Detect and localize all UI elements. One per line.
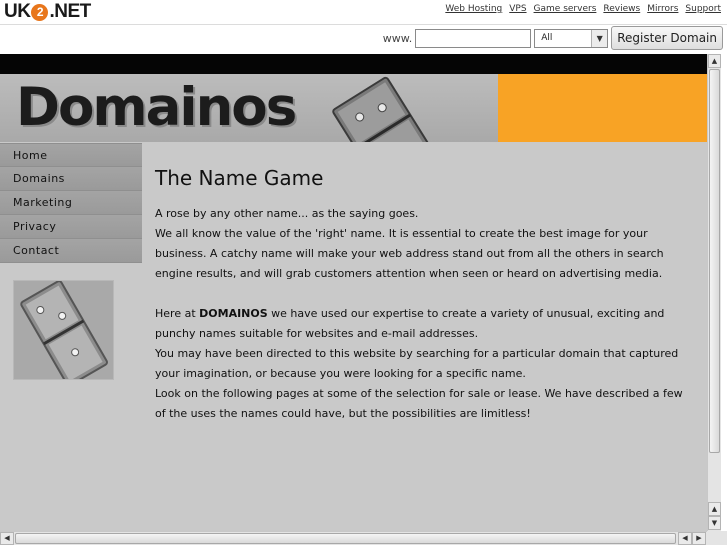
nav-item-privacy[interactable]: Privacy <box>0 215 142 239</box>
header-banner: Domainos <box>0 74 498 142</box>
link-web-hosting[interactable]: Web Hosting <box>445 4 502 14</box>
link-game-servers[interactable]: Game servers <box>534 4 597 14</box>
www-label: www. <box>382 31 413 45</box>
link-reviews[interactable]: Reviews <box>603 4 640 14</box>
header-accent-block <box>498 74 707 142</box>
site-logo: Domainos <box>16 77 297 138</box>
tld-select-value: All <box>541 32 553 43</box>
top-links: Web Hosting VPS Game servers Reviews Mir… <box>445 4 721 14</box>
link-mirrors[interactable]: Mirrors <box>647 4 678 14</box>
tld-select[interactable]: All ▼ <box>534 28 609 48</box>
scroll-left-icon-right[interactable]: ◀ <box>678 532 692 545</box>
text-here-at: Here at <box>155 307 200 320</box>
page-title: The Name Game <box>155 166 324 190</box>
domain-input[interactable] <box>415 28 532 48</box>
paragraph-domainos: Here at DOMAINOS we have used our expert… <box>155 304 695 344</box>
logo-text-uk: UK <box>4 1 31 22</box>
scrollbar-corner <box>707 531 727 545</box>
nav-item-contact[interactable]: Contact <box>0 239 142 263</box>
link-vps[interactable]: VPS <box>509 4 526 14</box>
vertical-scrollbar[interactable]: ▲ ▲ ▼ <box>707 54 721 531</box>
domino-icon <box>20 281 108 379</box>
site-nav: Home Domains Marketing Privacy Contact <box>0 143 142 263</box>
horizontal-scroll-thumb[interactable] <box>15 533 676 544</box>
scroll-up-icon[interactable]: ▲ <box>708 54 721 68</box>
link-support[interactable]: Support <box>685 4 721 14</box>
scroll-down-icon[interactable]: ▼ <box>708 516 721 530</box>
site-header: Domainos <box>0 74 707 142</box>
horizontal-scrollbar[interactable]: ◀ ◀ ▶ <box>0 531 707 545</box>
site-frame: Domainos Home Domains Marketing Privacy … <box>0 54 707 531</box>
logo-text-net: .NET <box>49 1 91 22</box>
chevron-down-icon: ▼ <box>591 29 608 47</box>
domain-search-form: www. All ▼ Register Domain <box>383 26 723 50</box>
domino-graphic-icon <box>332 76 436 142</box>
nav-item-home[interactable]: Home <box>0 143 142 167</box>
top-divider <box>0 24 727 25</box>
paragraph-intro: A rose by any other name... as the sayin… <box>155 207 419 220</box>
nav-item-domains[interactable]: Domains <box>0 167 142 191</box>
domino-side-image <box>13 280 114 380</box>
paragraph-value: We all know the value of the 'right' nam… <box>155 227 664 280</box>
paragraph-selection: Look on the following pages at some of t… <box>155 387 683 420</box>
scroll-left-icon[interactable]: ◀ <box>0 532 14 545</box>
nav-item-marketing[interactable]: Marketing <box>0 191 142 215</box>
text-domainos-bold: DOMAINOS <box>199 307 268 320</box>
scroll-up-icon-lower[interactable]: ▲ <box>708 502 721 516</box>
logo-text-2: 2 <box>31 3 49 21</box>
vertical-scroll-thumb[interactable] <box>709 69 720 453</box>
main-content: The Name Game A rose by any other name..… <box>155 166 695 424</box>
scroll-right-icon[interactable]: ▶ <box>692 532 706 545</box>
uk2-top-bar: UK 2 .NET Web Hosting VPS Game servers Rev… <box>0 0 727 54</box>
uk2-logo[interactable]: UK 2 .NET <box>4 1 91 23</box>
paragraph-directed: You may have been directed to this websi… <box>155 347 679 380</box>
site-top-strip <box>0 54 707 74</box>
register-domain-button[interactable]: Register Domain <box>611 26 723 50</box>
